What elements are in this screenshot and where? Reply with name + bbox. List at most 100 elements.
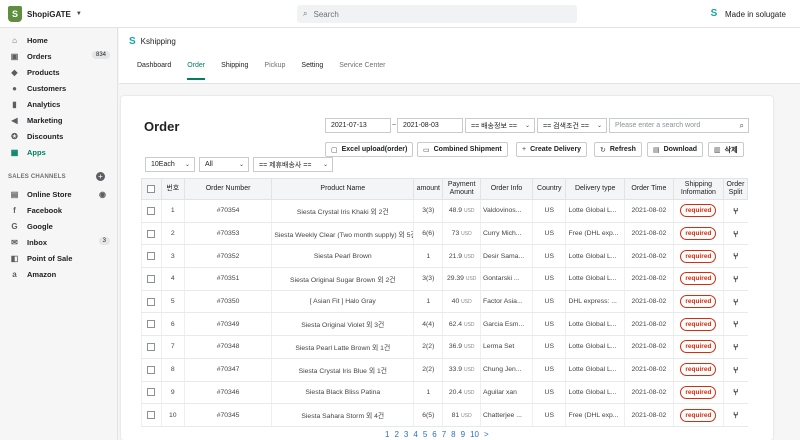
required-badge[interactable]: required bbox=[680, 340, 717, 354]
sidebar-item-online-store[interactable]: ▤ Online Store ◉ bbox=[0, 186, 118, 202]
order-search-input[interactable]: Please enter a search word ⌕ bbox=[609, 118, 749, 133]
required-badge[interactable]: required bbox=[680, 408, 717, 422]
sidebar-item-google[interactable]: G Google bbox=[0, 218, 118, 234]
required-badge[interactable]: required bbox=[680, 385, 717, 399]
row-checkbox[interactable] bbox=[147, 206, 156, 215]
required-badge[interactable]: required bbox=[680, 204, 717, 218]
order-search-placeholder: Please enter a search word bbox=[615, 122, 701, 129]
search-icon[interactable]: ⌕ bbox=[740, 121, 744, 131]
table-row[interactable]: 6 #70349 Siesta Original Violet 외 3건 4(4) 62… bbox=[141, 312, 748, 337]
row-select-cell bbox=[141, 290, 162, 314]
sidebar-item-apps[interactable]: ▦ Apps bbox=[0, 144, 118, 160]
payment-value: 33.9 bbox=[448, 366, 463, 374]
tab-dashboard[interactable]: Dashboard bbox=[137, 62, 179, 78]
add-channel-icon[interactable]: + bbox=[96, 172, 105, 181]
table-row[interactable]: 7 #70348 Siesta Pearl Latte Brown 외 1건 2(2)… bbox=[141, 335, 748, 359]
split-icon[interactable]: ⑂ bbox=[733, 365, 738, 375]
row-checkbox[interactable] bbox=[147, 252, 156, 261]
excel-upload-button[interactable]: ▢ Excel upload(order) bbox=[325, 142, 414, 157]
combined-shipment-button[interactable]: ▭ Combined Shipment bbox=[417, 142, 508, 157]
page-link[interactable]: 3 bbox=[404, 430, 408, 439]
required-badge[interactable]: required bbox=[680, 363, 717, 377]
table-row[interactable]: 4 #70351 Siesta Original Sugar Brown 외 2건 3… bbox=[141, 267, 748, 291]
search-condition-select[interactable]: == 검색조건 == ⌄ bbox=[537, 118, 607, 133]
table-row[interactable]: 1 #70354 Siesta Crystal Iris Khaki 외 2건 3(3… bbox=[141, 199, 748, 223]
row-checkbox[interactable] bbox=[147, 320, 156, 329]
page-link[interactable]: 8 bbox=[451, 430, 455, 439]
delivery-info-select[interactable]: == 배송정보 == ⌄ bbox=[465, 118, 535, 133]
sidebar-item-marketing[interactable]: ◀ Marketing bbox=[0, 112, 118, 128]
split-icon[interactable]: ⑂ bbox=[733, 319, 738, 329]
delivery-info-value: == 배송정보 == bbox=[471, 122, 518, 130]
sidebar-item-amazon[interactable]: a Amazon bbox=[0, 266, 118, 282]
download-button[interactable]: ▤ Download bbox=[647, 142, 704, 157]
split-icon[interactable]: ⑂ bbox=[733, 229, 738, 239]
user-menu[interactable]: S Made in solugate bbox=[708, 8, 786, 20]
page-link[interactable]: 2 bbox=[394, 430, 398, 439]
row-order-split: ⑂ bbox=[722, 290, 748, 314]
required-badge[interactable]: required bbox=[680, 295, 717, 309]
row-checkbox[interactable] bbox=[147, 297, 156, 306]
split-icon[interactable]: ⑂ bbox=[733, 274, 738, 284]
tab-service-center[interactable]: Service Center bbox=[339, 62, 393, 78]
sidebar-item-orders[interactable]: ▣ Orders 834 bbox=[0, 48, 118, 64]
table-row[interactable]: 5 #70350[ Asian Fit ] Halo Gray 1 40 USD Fac… bbox=[141, 290, 748, 314]
split-icon[interactable]: ⑂ bbox=[733, 342, 738, 352]
sidebar-item-customers[interactable]: ● Customers bbox=[0, 80, 118, 96]
select-all-checkbox[interactable] bbox=[147, 184, 156, 193]
row-checkbox[interactable] bbox=[147, 411, 156, 420]
required-badge[interactable]: required bbox=[680, 272, 717, 286]
eye-icon[interactable]: ◉ bbox=[99, 190, 106, 199]
sidebar-item-point-of-sale[interactable]: ◧ Point of Sale bbox=[0, 250, 118, 266]
page-link[interactable]: 4 bbox=[413, 430, 417, 439]
date-to-input[interactable]: 2021-08-03 bbox=[397, 118, 463, 133]
tab-order[interactable]: Order bbox=[187, 62, 213, 80]
sidebar-item-facebook[interactable]: f Facebook bbox=[0, 202, 118, 218]
store-switcher[interactable]: S ShopiGATE ▼ bbox=[8, 6, 82, 22]
page-link[interactable]: 1 bbox=[385, 430, 389, 439]
split-icon[interactable]: ⑂ bbox=[733, 251, 738, 261]
payment-value: 73 bbox=[451, 230, 460, 238]
row-checkbox[interactable] bbox=[147, 229, 156, 238]
row-checkbox[interactable] bbox=[147, 274, 156, 283]
global-search-input[interactable]: ⌕ Search bbox=[297, 5, 577, 23]
next-page-link[interactable]: > bbox=[484, 430, 489, 439]
page-link[interactable]: 5 bbox=[423, 430, 427, 439]
per-page-select[interactable]: 10Each ⌄ bbox=[145, 157, 195, 172]
table-row[interactable]: 9 #70346 Siesta Black Bliss Patina 1 20.4 US… bbox=[141, 381, 748, 405]
required-badge[interactable]: required bbox=[680, 317, 717, 331]
row-checkbox[interactable] bbox=[147, 388, 156, 397]
caret-down-icon: ▼ bbox=[75, 11, 82, 17]
sidebar-item-analytics[interactable]: ▮ Analytics bbox=[0, 96, 118, 112]
table-row[interactable]: 3 #70352 Siesta Pearl Brown 1 21.9 USD Desir … bbox=[141, 244, 748, 269]
sidebar-item-products[interactable]: ◆ Products bbox=[0, 64, 118, 80]
delete-button[interactable]: ▥ 삭제 bbox=[708, 142, 744, 157]
page-link[interactable]: 6 bbox=[432, 430, 436, 439]
tab-shipping[interactable]: Shipping bbox=[221, 62, 256, 78]
sidebar-item-discounts[interactable]: ✪ Discounts bbox=[0, 128, 118, 144]
required-badge[interactable]: required bbox=[680, 249, 717, 263]
page-link[interactable]: 7 bbox=[442, 430, 446, 439]
carrier-select[interactable]: == 제휴배송사 == ⌄ bbox=[253, 157, 333, 172]
refresh-button[interactable]: ↻ Refresh bbox=[594, 142, 642, 157]
required-badge[interactable]: required bbox=[680, 227, 717, 241]
row-order-info: Gontarski ... bbox=[479, 267, 533, 291]
page-link[interactable]: 9 bbox=[461, 430, 465, 439]
date-from-input[interactable]: 2021-07-13 bbox=[325, 118, 391, 133]
row-checkbox[interactable] bbox=[147, 342, 156, 351]
sidebar-item-inbox[interactable]: ✉ Inbox 3 bbox=[0, 234, 118, 250]
table-row[interactable]: 8 #70347 Siesta Crystal Iris Blue 외 1건 2(2)… bbox=[141, 358, 748, 382]
create-delivery-button[interactable]: + Create Delivery bbox=[516, 142, 588, 157]
row-checkbox[interactable] bbox=[147, 365, 156, 374]
page-link[interactable]: 10 bbox=[470, 430, 479, 439]
split-icon[interactable]: ⑂ bbox=[733, 297, 738, 307]
split-icon[interactable]: ⑂ bbox=[733, 206, 738, 216]
status-select[interactable]: All ⌄ bbox=[199, 157, 249, 172]
table-row[interactable]: 10 #70345 Siesta Sahara Storm 외 4건 6(5) 81 U… bbox=[141, 403, 748, 427]
tab-setting[interactable]: Setting bbox=[301, 62, 331, 78]
table-row[interactable]: 2 #70353 Siesta Weekly Clear (Two month su… bbox=[141, 222, 748, 246]
split-icon[interactable]: ⑂ bbox=[733, 387, 738, 397]
split-icon[interactable]: ⑂ bbox=[733, 410, 738, 420]
tab-pickup[interactable]: Pickup bbox=[264, 62, 293, 78]
sidebar-item-home[interactable]: ⌂ Home bbox=[0, 32, 118, 48]
